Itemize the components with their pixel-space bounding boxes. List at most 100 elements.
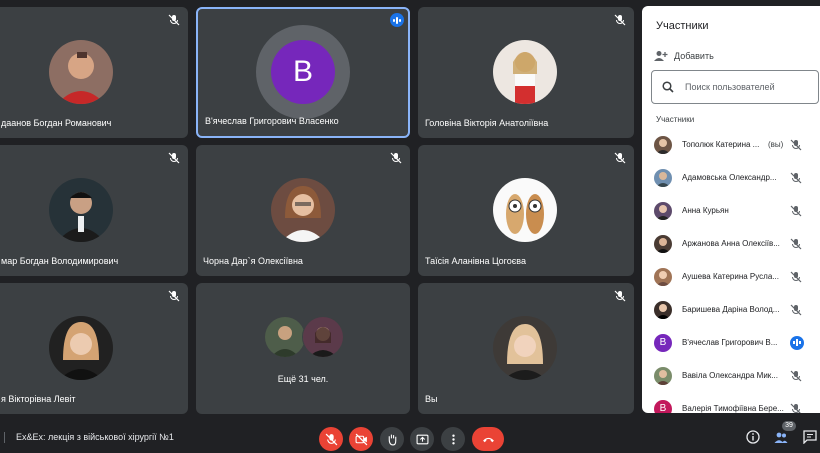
mic-off-icon[interactable] xyxy=(790,403,802,414)
mic-off-icon[interactable] xyxy=(790,271,802,283)
mic-off-icon xyxy=(614,290,626,302)
speaking-ring: В xyxy=(256,25,350,119)
search-box[interactable] xyxy=(651,70,819,104)
participant-count-badge: 39 xyxy=(782,421,796,431)
divider xyxy=(4,432,5,443)
mic-off-icon[interactable] xyxy=(790,238,802,250)
participant-name: В'ячеслав Григорович Власенко xyxy=(205,116,339,126)
list-item[interactable]: В Валерія Тимофіївна Бере... xyxy=(642,392,820,413)
speaking-indicator-icon xyxy=(790,335,804,350)
list-item[interactable]: В В'ячеслав Григорович В... xyxy=(642,326,820,359)
participants-panel: Участники Добавить Участники Тополюк Кат… xyxy=(642,6,820,413)
panel-title: Участники xyxy=(656,20,709,32)
participant-avatar xyxy=(49,40,113,104)
list-item[interactable]: Аржанова Анна Олексіїв... xyxy=(642,227,820,260)
list-item[interactable]: Вавіла Олександра Мик... xyxy=(642,359,820,392)
add-person-icon xyxy=(654,51,668,61)
mic-off-icon xyxy=(168,14,180,26)
participant-name: Адамовська Олександр... xyxy=(682,173,777,182)
participant-avatar xyxy=(271,178,335,242)
participant-name: Таїсія Аланівна Цогоєва xyxy=(425,256,526,266)
mic-off-icon xyxy=(168,290,180,302)
participant-name: Баришева Дарiна Волод... xyxy=(682,305,780,314)
list-item[interactable]: Тополюк Катерина ... (вы) xyxy=(642,128,820,161)
mic-toggle-button[interactable] xyxy=(319,427,343,451)
video-tile-self[interactable]: Вы xyxy=(418,283,634,414)
meeting-title: Ex&Ex: лекція з військової хірургії №1 xyxy=(16,432,174,442)
mic-off-icon[interactable] xyxy=(790,304,802,316)
leave-call-button[interactable] xyxy=(472,427,504,451)
participant-name: Аушева Катерина Русла... xyxy=(682,272,779,281)
camera-toggle-button[interactable] xyxy=(349,427,373,451)
video-tile[interactable]: Головіна Вікторія Анатоліївна xyxy=(418,7,634,138)
video-tile[interactable]: даанов Богдан Романович xyxy=(0,7,188,138)
mic-off-icon xyxy=(614,14,626,26)
list-item[interactable]: Баришева Дарiна Волод... xyxy=(642,293,820,326)
participant-name: Вавіла Олександра Мик... xyxy=(682,371,778,380)
mic-off-icon xyxy=(168,152,180,164)
participant-name: Валерія Тимофіївна Бере... xyxy=(682,404,784,413)
avatar xyxy=(654,366,672,385)
participant-list: Тополюк Катерина ... (вы) Адамовська Оле… xyxy=(642,128,820,413)
participant-name: Вы xyxy=(425,394,438,404)
video-tile[interactable]: Чорна Дар`я Олексіївна xyxy=(196,145,410,276)
participant-avatar xyxy=(49,316,113,380)
mic-off-icon[interactable] xyxy=(790,172,802,184)
participant-avatar xyxy=(493,40,557,104)
participant-name: даанов Богдан Романович xyxy=(1,118,112,128)
participant-name: Головіна Вікторія Анатоліївна xyxy=(425,118,549,128)
participant-avatar xyxy=(49,178,113,242)
mic-off-icon xyxy=(325,433,337,445)
participant-name: Анна Курьян xyxy=(682,206,729,215)
you-label: (вы) xyxy=(768,140,784,149)
avatar xyxy=(654,234,672,253)
video-tile-active-speaker[interactable]: В В'ячеслав Григорович Власенко xyxy=(196,7,410,138)
video-tile[interactable]: мар Богдан Володимирович xyxy=(0,145,188,276)
raise-hand-button[interactable] xyxy=(380,427,404,451)
present-screen-icon xyxy=(416,434,428,444)
more-vert-icon xyxy=(451,434,455,444)
mic-off-icon[interactable] xyxy=(790,205,802,217)
more-participants-label: Ещё 31 чел. xyxy=(277,374,329,384)
video-tile[interactable]: я Вікторівна Левіт xyxy=(0,283,188,414)
avatar xyxy=(654,135,672,154)
search-icon xyxy=(662,81,674,93)
avatar xyxy=(654,168,672,187)
participant-name: мар Богдан Володимирович xyxy=(1,256,119,266)
more-participants-avatars xyxy=(264,316,346,358)
list-item[interactable]: Анна Курьян xyxy=(642,194,820,227)
letter-avatar: В xyxy=(271,40,335,104)
meeting-info-icon[interactable] xyxy=(746,430,760,444)
raise-hand-icon xyxy=(388,434,396,445)
avatar xyxy=(654,201,672,220)
section-label: Участники xyxy=(656,115,695,124)
letter-avatar: В xyxy=(654,399,672,413)
participant-name: В'ячеслав Григорович В... xyxy=(682,338,778,347)
speaking-indicator-icon xyxy=(390,13,404,27)
avatar xyxy=(654,267,672,286)
list-item[interactable]: Аушева Катерина Русла... xyxy=(642,260,820,293)
add-people-label: Добавить xyxy=(674,51,714,61)
chat-icon[interactable] xyxy=(803,430,817,444)
list-item[interactable]: Адамовська Олександр... xyxy=(642,161,820,194)
mic-off-icon xyxy=(390,152,402,164)
camera-off-icon xyxy=(355,433,367,445)
participant-avatar xyxy=(493,178,557,242)
more-participants-tile[interactable]: Ещё 31 чел. xyxy=(196,283,410,414)
bottom-toolbar: Ex&Ex: лекція з військової хірургії №1 xyxy=(0,420,820,453)
letter-avatar: В xyxy=(654,333,672,352)
self-avatar xyxy=(493,316,557,380)
hang-up-icon xyxy=(482,437,494,442)
mic-off-icon[interactable] xyxy=(790,370,802,382)
more-options-button[interactable] xyxy=(441,427,465,451)
video-tile[interactable]: Таїсія Аланівна Цогоєва xyxy=(418,145,634,276)
people-icon[interactable] xyxy=(774,430,788,444)
add-people-button[interactable]: Добавить xyxy=(654,50,714,62)
present-button[interactable] xyxy=(410,427,434,451)
search-input[interactable] xyxy=(683,81,807,93)
avatar xyxy=(654,300,672,319)
participant-name: Чорна Дар`я Олексіївна xyxy=(203,256,303,266)
participant-name: Аржанова Анна Олексіїв... xyxy=(682,239,780,248)
mic-off-icon[interactable] xyxy=(790,139,802,151)
mic-off-icon xyxy=(614,152,626,164)
